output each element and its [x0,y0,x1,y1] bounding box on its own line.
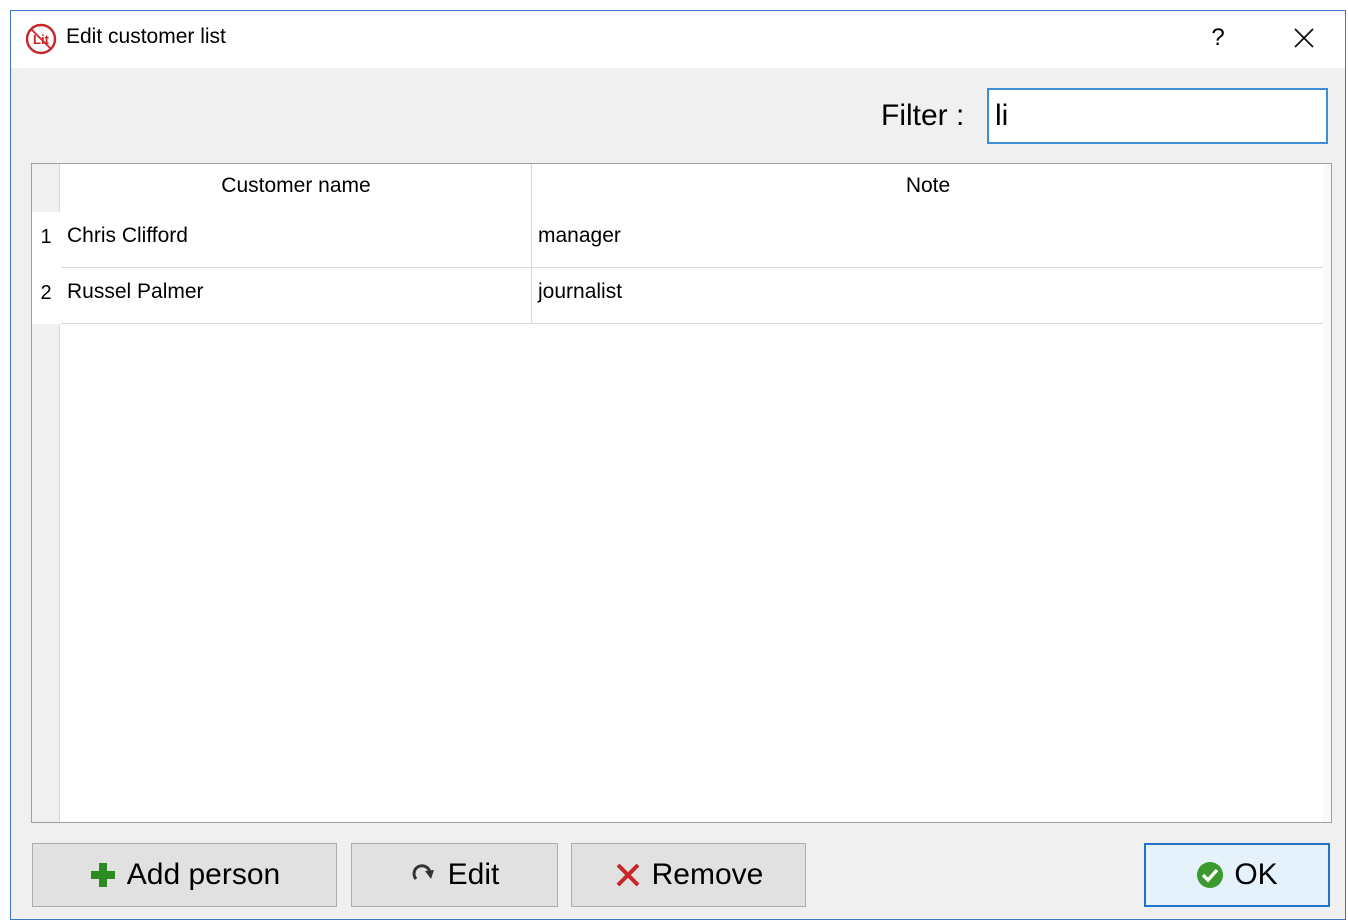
window-title: Edit customer list [66,25,226,48]
filter-input[interactable] [987,88,1328,144]
row-number[interactable]: 1 [32,212,60,268]
column-header-note[interactable]: Note [531,164,1324,212]
cell-customer-name[interactable]: Chris Clifford [61,212,531,268]
row-number[interactable]: 2 [32,268,60,324]
table-row[interactable]: 2 Russel Palmer journalist [32,268,1324,324]
filter-label: Filter : [881,99,965,132]
close-icon[interactable] [1289,23,1319,53]
cell-customer-name[interactable]: Russel Palmer [61,268,531,324]
remove-button[interactable]: Remove [571,843,806,907]
help-button[interactable]: ? [1203,21,1233,55]
ok-label: OK [1234,858,1278,891]
edit-label: Edit [447,858,500,891]
title-bar: Lit Edit customer list ? [11,11,1345,68]
dialog-window: Lit Edit customer list ? Filter : Custom… [10,10,1346,920]
add-person-button[interactable]: Add person [32,843,337,907]
table-row[interactable]: 1 Chris Clifford manager [32,212,1324,268]
cell-note[interactable]: journalist [531,268,1324,324]
remove-label: Remove [651,858,764,891]
table-right-edge [1323,164,1331,822]
column-header-customer-name[interactable]: Customer name [61,164,531,212]
redo-icon [412,864,434,880]
add-person-label: Add person [126,858,281,891]
app-logo-icon: Lit [25,23,57,55]
ok-button[interactable]: OK [1144,843,1330,907]
edit-button[interactable]: Edit [351,843,558,907]
customer-table: Customer name Note 1 Chris Clifford mana… [31,163,1332,823]
x-icon [616,863,640,887]
plus-icon [90,863,115,887]
check-circle-icon [1197,862,1224,888]
cell-note[interactable]: manager [531,212,1324,268]
